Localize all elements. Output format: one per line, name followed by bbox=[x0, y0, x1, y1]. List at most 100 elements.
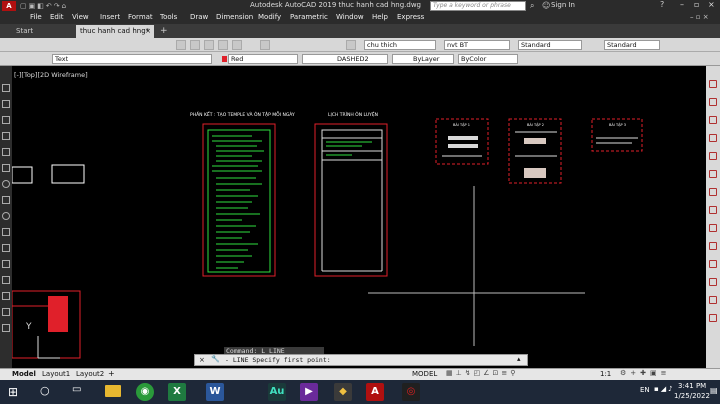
autocad-icon[interactable]: A bbox=[366, 383, 384, 401]
quick-access-toolbar[interactable]: ▢▣◧↶↷⌂ bbox=[20, 2, 110, 10]
menu-insert[interactable]: Insert bbox=[100, 13, 120, 21]
polyline-icon[interactable] bbox=[2, 116, 10, 124]
properties-icon[interactable] bbox=[260, 40, 270, 50]
lineweight-dropdown[interactable]: ByLayer bbox=[392, 54, 454, 64]
new-tab-icon[interactable]: + bbox=[160, 26, 168, 36]
layer-dropdown[interactable]: chu thich bbox=[364, 40, 436, 50]
menu-modify[interactable]: Modify bbox=[258, 13, 281, 21]
command-prompt[interactable]: - LINE Specify first point: bbox=[225, 356, 331, 364]
insert-block-icon[interactable] bbox=[2, 228, 10, 236]
explode-icon[interactable] bbox=[709, 314, 717, 322]
visual-studio-icon[interactable]: ▶ bbox=[300, 383, 318, 401]
copy-icon[interactable] bbox=[709, 98, 717, 106]
line-icon[interactable] bbox=[2, 84, 10, 92]
annotation-scale[interactable]: 1:1 bbox=[600, 370, 611, 378]
array-icon[interactable] bbox=[709, 152, 717, 160]
search-taskbar-icon[interactable]: ○ bbox=[40, 384, 50, 397]
point-icon[interactable] bbox=[2, 244, 10, 252]
hatch-icon[interactable] bbox=[2, 260, 10, 268]
recent-commands-icon[interactable]: ▴ bbox=[517, 355, 521, 363]
file-explorer-icon[interactable] bbox=[105, 385, 121, 397]
construction-line-icon[interactable] bbox=[2, 100, 10, 108]
tab-file[interactable]: thuc hanh cad hng* × bbox=[76, 25, 154, 38]
menu-view[interactable]: View bbox=[72, 13, 89, 21]
linetype-dropdown[interactable]: DASHED2 bbox=[302, 54, 388, 64]
app-logo-icon[interactable]: A bbox=[2, 1, 16, 11]
search-icon[interactable]: ⌕ bbox=[530, 1, 534, 11]
fillet-icon[interactable] bbox=[709, 296, 717, 304]
close-tab-icon[interactable]: × bbox=[145, 25, 151, 37]
gradient-icon[interactable] bbox=[2, 276, 10, 284]
input-language[interactable]: EN bbox=[640, 386, 650, 394]
color-dropdown[interactable]: Red bbox=[228, 54, 298, 64]
tab-start[interactable]: Start bbox=[16, 27, 33, 35]
tab-layout1[interactable]: Layout1 bbox=[42, 370, 70, 378]
erase-icon[interactable] bbox=[709, 80, 717, 88]
menu-tools[interactable]: Tools bbox=[160, 13, 177, 21]
command-line[interactable]: × 🔧 - LINE Specify first point: ▴ bbox=[194, 354, 528, 366]
chrome-icon[interactable]: ◉ bbox=[136, 383, 154, 401]
zoom-previous-icon[interactable] bbox=[232, 40, 242, 50]
word-icon[interactable]: W bbox=[206, 383, 224, 401]
help-icon[interactable]: ? bbox=[660, 0, 664, 9]
trim-icon[interactable] bbox=[709, 242, 717, 250]
menu-express[interactable]: Express bbox=[397, 13, 424, 21]
text-style-dropdown[interactable]: Text bbox=[52, 54, 212, 64]
offset-icon[interactable] bbox=[709, 134, 717, 142]
table-icon[interactable] bbox=[2, 308, 10, 316]
region-icon[interactable] bbox=[2, 292, 10, 300]
zoom-icon[interactable] bbox=[204, 40, 214, 50]
close-command-icon[interactable]: × bbox=[199, 356, 205, 364]
customize-icon[interactable]: 🔧 bbox=[211, 355, 220, 363]
status-icons[interactable]: ▦⊥↯◰∠⊡≡⚲ bbox=[446, 369, 518, 377]
audition-icon[interactable]: Au bbox=[268, 383, 286, 401]
tablestyle-dropdown[interactable]: Standard bbox=[604, 40, 660, 50]
menu-edit[interactable]: Edit bbox=[50, 13, 64, 21]
polygon-icon[interactable] bbox=[2, 132, 10, 140]
window-controls[interactable]: – ▫ × bbox=[690, 13, 709, 21]
menu-help[interactable]: Help bbox=[372, 13, 388, 21]
arc-icon[interactable] bbox=[2, 164, 10, 172]
undo-icon[interactable] bbox=[176, 40, 186, 50]
tray-icons[interactable]: ▪◢♪ bbox=[654, 385, 675, 393]
rectangle-icon[interactable] bbox=[2, 148, 10, 156]
clock-time[interactable]: 3:41 PM bbox=[678, 382, 706, 390]
textstyle-dropdown[interactable]: Standard bbox=[518, 40, 582, 50]
ellipse-icon[interactable] bbox=[2, 212, 10, 220]
circle-icon[interactable] bbox=[2, 180, 10, 188]
autodesk-viewer-icon[interactable]: ◆ bbox=[334, 383, 352, 401]
zalo-icon[interactable]: ◎ bbox=[402, 383, 420, 401]
mirror-icon[interactable] bbox=[709, 116, 717, 124]
excel-icon[interactable]: X bbox=[168, 383, 186, 401]
tab-layout2[interactable]: Layout2 bbox=[76, 370, 104, 378]
scale-icon[interactable] bbox=[709, 206, 717, 214]
task-view-icon[interactable]: ▭ bbox=[72, 384, 81, 395]
menu-file[interactable]: File bbox=[30, 13, 42, 21]
stretch-icon[interactable] bbox=[709, 224, 717, 232]
sign-in-link[interactable]: Sign In bbox=[551, 1, 575, 9]
extend-icon[interactable] bbox=[709, 260, 717, 268]
tab-model[interactable]: Model bbox=[12, 370, 36, 378]
drawing-canvas[interactable]: [-][Top][2D Wireframe] PHẦN KẾT: TẠO TE… bbox=[12, 66, 706, 368]
plotstyle-dropdown[interactable]: ByColor bbox=[458, 54, 518, 64]
spline-icon[interactable] bbox=[2, 196, 10, 204]
settings-icons[interactable]: ⚙+✚▣≡ bbox=[620, 369, 671, 377]
user-icon[interactable]: ☺ bbox=[542, 1, 550, 10]
menu-draw[interactable]: Draw bbox=[190, 13, 208, 21]
zoom-window-icon[interactable] bbox=[218, 40, 228, 50]
minimize-icon[interactable]: – bbox=[680, 0, 684, 9]
dimstyle-dropdown[interactable]: nvt BT bbox=[444, 40, 510, 50]
search-input[interactable]: Type a keyword or phrase bbox=[430, 1, 526, 11]
menu-dimension[interactable]: Dimension bbox=[216, 13, 253, 21]
menu-window[interactable]: Window bbox=[336, 13, 364, 21]
layer-states-icon[interactable] bbox=[346, 40, 356, 50]
break-icon[interactable] bbox=[709, 278, 717, 286]
close-icon[interactable]: × bbox=[708, 0, 715, 9]
maximize-icon[interactable]: ▫ bbox=[694, 0, 699, 9]
move-icon[interactable] bbox=[709, 170, 717, 178]
menu-parametric[interactable]: Parametric bbox=[290, 13, 328, 21]
rotate-icon[interactable] bbox=[709, 188, 717, 196]
windows-start-icon[interactable]: ⊞ bbox=[8, 385, 18, 399]
add-layout-icon[interactable]: + bbox=[108, 369, 115, 378]
notification-icon[interactable]: ▤ bbox=[710, 386, 718, 395]
